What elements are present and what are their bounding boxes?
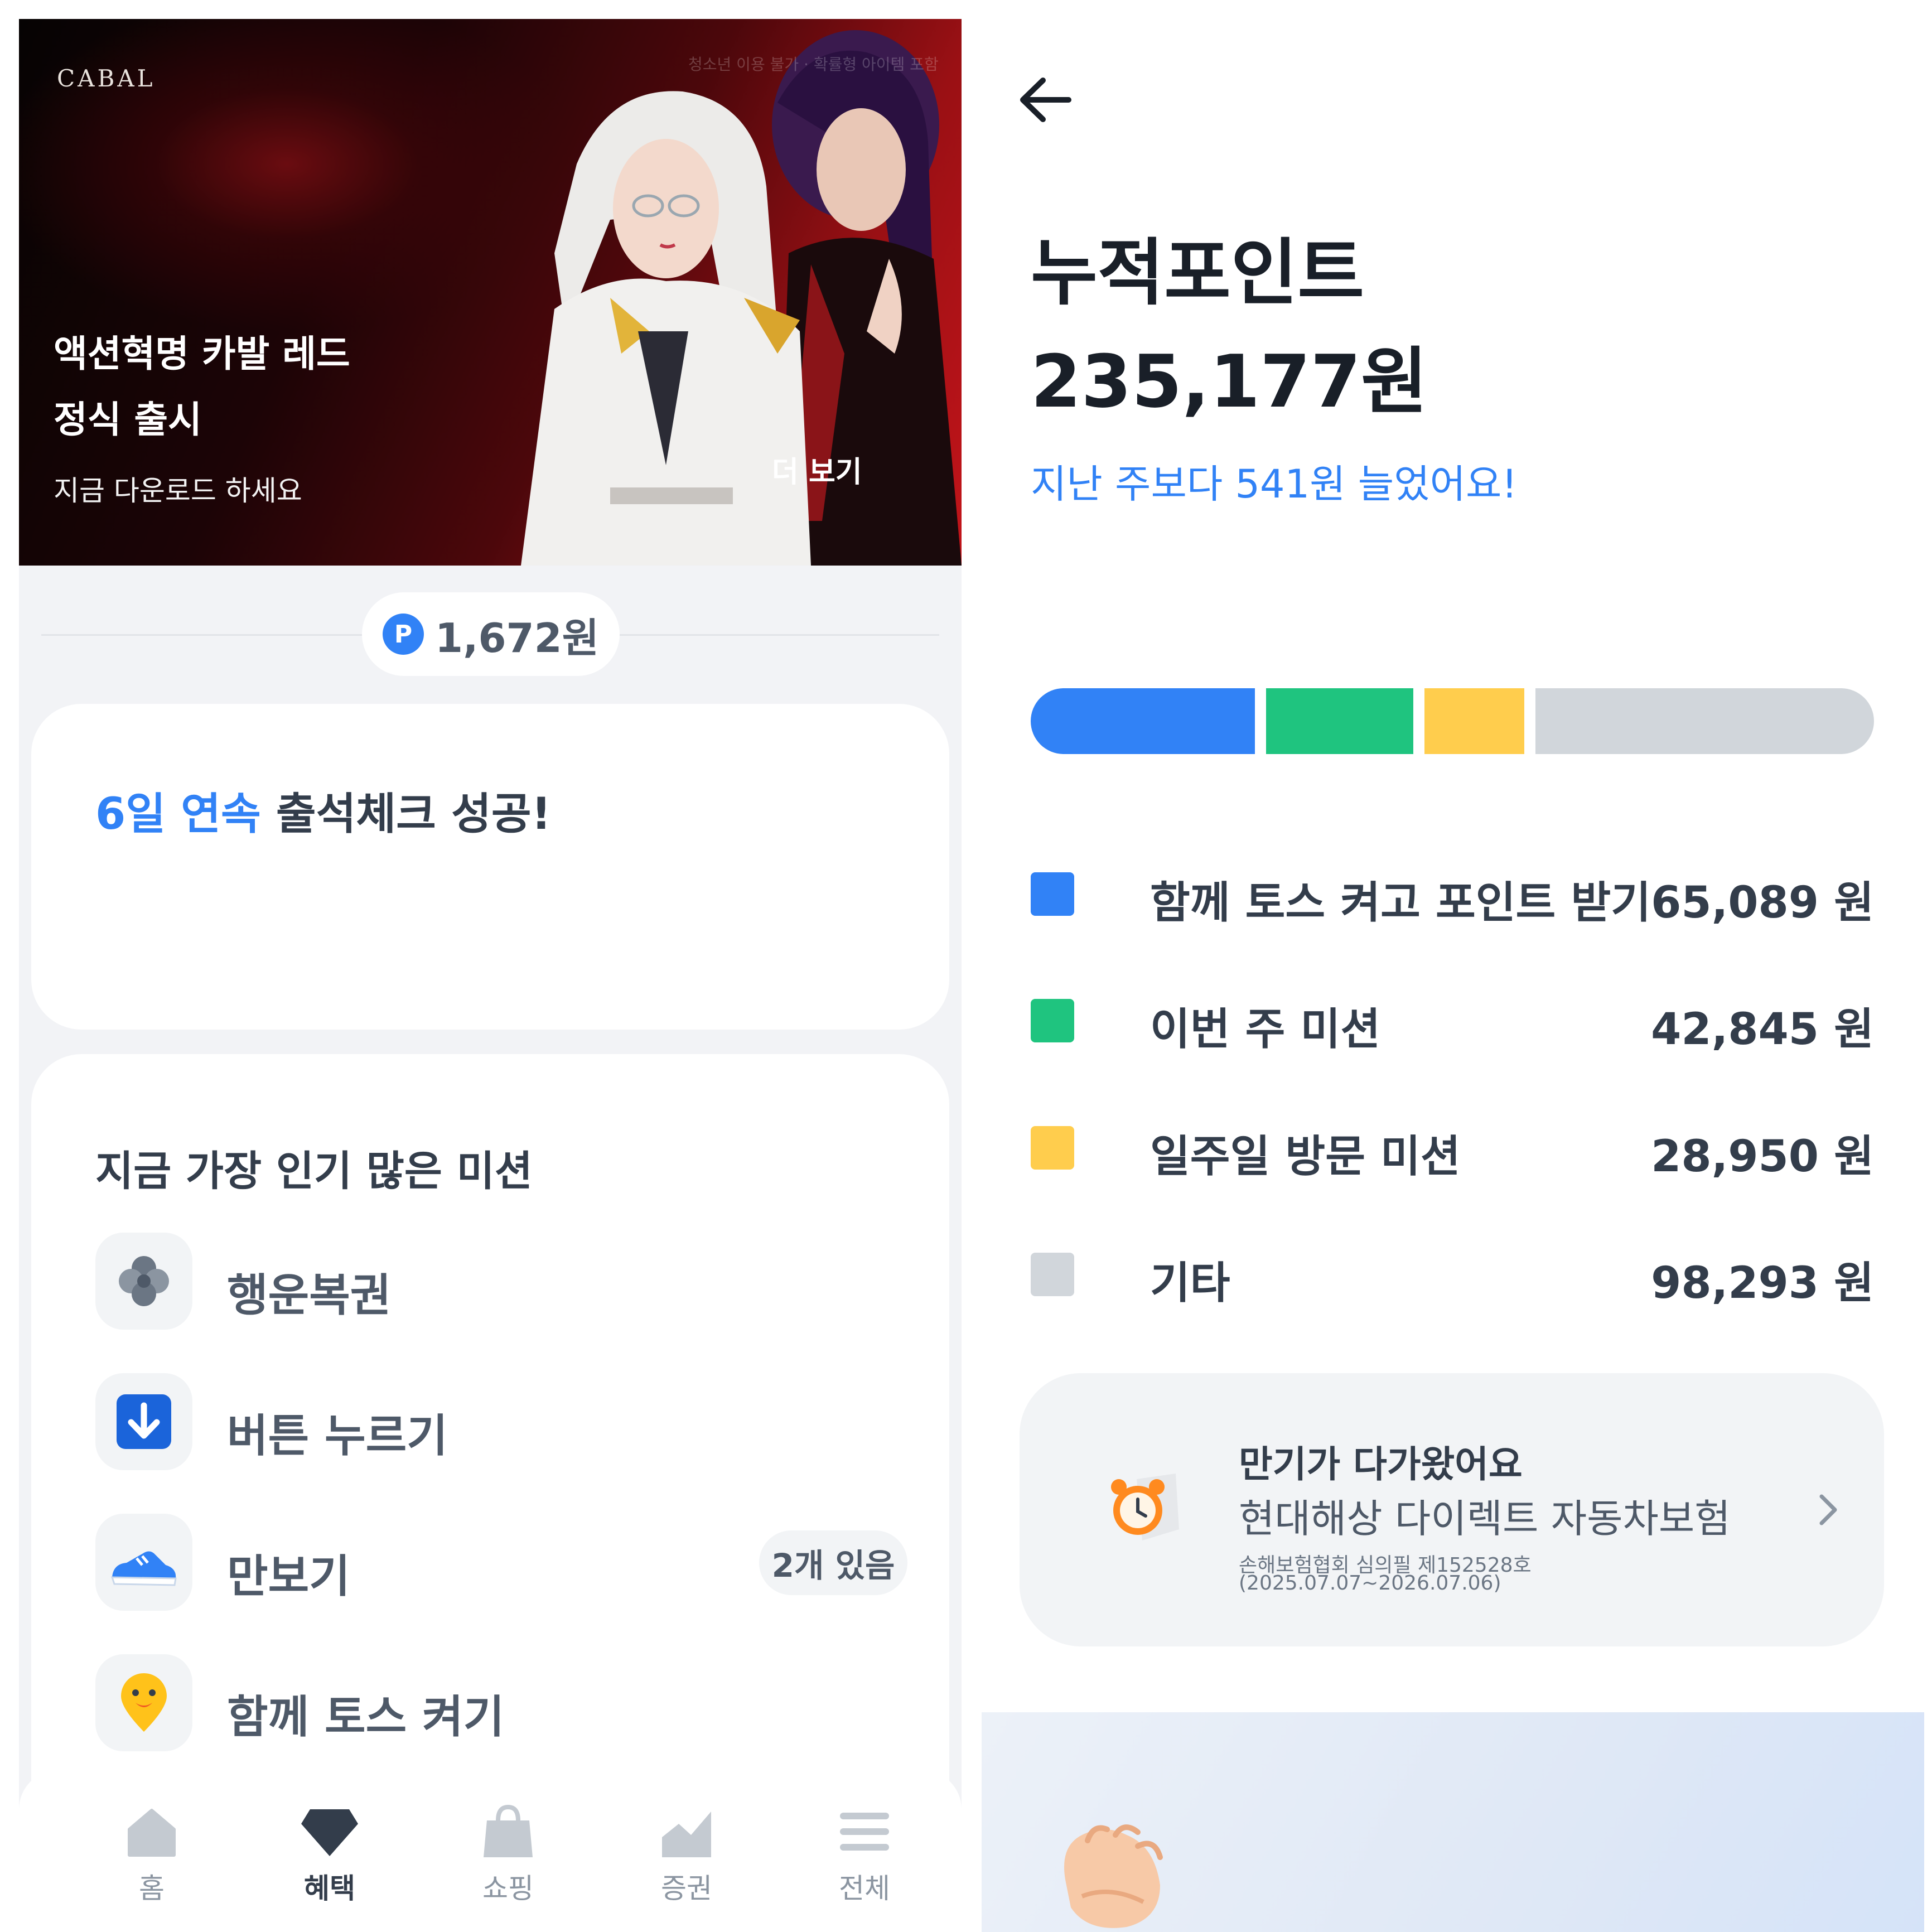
legend-label: 이번 주 미션: [1150, 1004, 1381, 1055]
mission-label: 만보기: [227, 1551, 350, 1602]
tab-label: 혜택: [304, 1872, 355, 1905]
smiley-pin-icon: [95, 1654, 192, 1751]
menu-icon: [840, 1813, 889, 1851]
age-rating-note: 청소년 이용 불가 · 확률형 아이템 포함: [688, 55, 939, 74]
points-balance: 1,672원: [435, 614, 599, 661]
legend-row-toss-open: 함께 토스 켜고 포인트 받기 65,089 원: [1031, 860, 1874, 928]
bottom-tab-bar: 홈 혜택 쇼핑 증권 전체: [19, 1770, 962, 1932]
missions-title: 지금 가장 인기 많은 미션: [95, 1147, 533, 1195]
alarm-clock-icon: [1111, 1474, 1179, 1540]
mission-item-open-toss[interactable]: 함께 토스 켜기: [95, 1654, 921, 1755]
banner-subtitle: 지금 다운로드 하세요: [54, 475, 302, 507]
legend-row-weekly-mission: 이번 주 미션 42,845 원: [1031, 987, 1874, 1055]
bottom-promo-area: [982, 1712, 1924, 1932]
insurance-product: 현대해상 다이렉트 자동차보험: [1239, 1496, 1731, 1542]
page-title: 누적포인트: [1031, 230, 1365, 315]
bar-segment-3: [1535, 688, 1874, 754]
attendance-streak: 6일 연속: [95, 789, 261, 839]
mission-item-lottery[interactable]: 행운복권: [95, 1233, 921, 1333]
accumulated-points-screen: 누적포인트 235,177원 지난 주보다 541원 늘었어요! 함께 토스 켜…: [982, 19, 1924, 1932]
mission-label: 행운복권: [227, 1269, 392, 1321]
legend-label: 함께 토스 켜고 포인트 받기: [1150, 878, 1651, 928]
legend-swatch: [1031, 1126, 1074, 1170]
mission-label: 버튼 누르기: [227, 1410, 448, 1462]
points-breakdown-bar: [1031, 688, 1874, 754]
legend-value: 28,950 원: [1651, 1132, 1874, 1182]
tab-label: 증권: [661, 1872, 712, 1905]
sneaker-icon: [95, 1514, 192, 1611]
tab-home[interactable]: 홈: [96, 1804, 207, 1906]
legend-swatch: [1031, 1253, 1074, 1296]
bar-segment-1: [1266, 688, 1414, 754]
points-icon: P: [383, 614, 424, 655]
bar-segment-2: [1424, 688, 1525, 754]
banner-title-line2: 정식 출시: [54, 398, 202, 441]
legend-swatch: [1031, 872, 1074, 916]
weekly-change-note: 지난 주보다 541원 늘었어요!: [1031, 461, 1518, 507]
stock-chart-icon: [662, 1812, 711, 1857]
tab-all[interactable]: 전체: [809, 1804, 920, 1906]
attendance-card[interactable]: 6일 연속 출석체크 성공!: [31, 704, 949, 1030]
mission-item-press-button[interactable]: 버튼 누르기: [95, 1373, 921, 1474]
legend-value: 98,293 원: [1651, 1258, 1874, 1308]
attendance-message: 6일 연속 출석체크 성공!: [95, 779, 551, 842]
points-balance-pill[interactable]: P 1,672원: [362, 592, 620, 676]
clover-icon: [95, 1233, 192, 1330]
mission-label: 함께 토스 켜기: [227, 1691, 505, 1743]
legend-label: 일주일 방문 미션: [1150, 1132, 1461, 1182]
mission-count-badge: 2개 있음: [759, 1530, 907, 1595]
tab-shopping[interactable]: 쇼핑: [452, 1804, 564, 1906]
legend-value: 65,089 원: [1651, 878, 1874, 928]
game-ad-banner[interactable]: CABAL 청소년 이용 불가 · 확률형 아이템 포함 액션혁명 카발 레드 …: [19, 19, 962, 566]
gem-icon: [301, 1809, 358, 1856]
tab-benefits[interactable]: 혜택: [274, 1804, 385, 1906]
download-arrow-icon: [95, 1373, 192, 1470]
chevron-right-icon: [1819, 1494, 1837, 1525]
total-points: 235,177원: [1031, 339, 1428, 424]
tab-label: 쇼핑: [482, 1872, 534, 1905]
home-icon: [128, 1809, 176, 1857]
legend-value: 42,845 원: [1651, 1004, 1874, 1055]
legend-swatch: [1031, 999, 1074, 1042]
legend-row-visit-mission: 일주일 방문 미션 28,950 원: [1031, 1114, 1874, 1182]
mission-item-pedometer[interactable]: 만보기 2개 있음: [95, 1514, 921, 1614]
insurance-title: 만기가 다가왔어요: [1239, 1443, 1523, 1486]
benefits-screen: CABAL 청소년 이용 불가 · 확률형 아이템 포함 액션혁명 카발 레드 …: [19, 19, 962, 1932]
legend-label: 기타: [1150, 1258, 1230, 1308]
banner-title-line1: 액션혁명 카발 레드: [54, 332, 350, 375]
legend-row-other: 기타 98,293 원: [1031, 1240, 1874, 1308]
tab-label: 홈: [139, 1872, 165, 1905]
shopping-bag-icon: [484, 1804, 533, 1857]
tab-label: 전체: [839, 1872, 890, 1905]
attendance-text: 출석체크 성공!: [260, 789, 552, 839]
insurance-expiry-card[interactable]: 만기가 다가왔어요 현대해상 다이렉트 자동차보험 손해보험협회 심의필 제15…: [1020, 1373, 1884, 1646]
tab-stocks[interactable]: 증권: [631, 1804, 742, 1906]
clapping-hands-icon: [1064, 1824, 1163, 1928]
back-arrow-icon[interactable]: [1015, 69, 1076, 131]
cabal-logo: CABAL: [57, 65, 156, 92]
bar-segment-0: [1031, 688, 1255, 754]
insurance-period-note: (2025.07.07~2026.07.06): [1239, 1572, 1501, 1595]
banner-more-link[interactable]: 더 보기: [772, 448, 862, 490]
